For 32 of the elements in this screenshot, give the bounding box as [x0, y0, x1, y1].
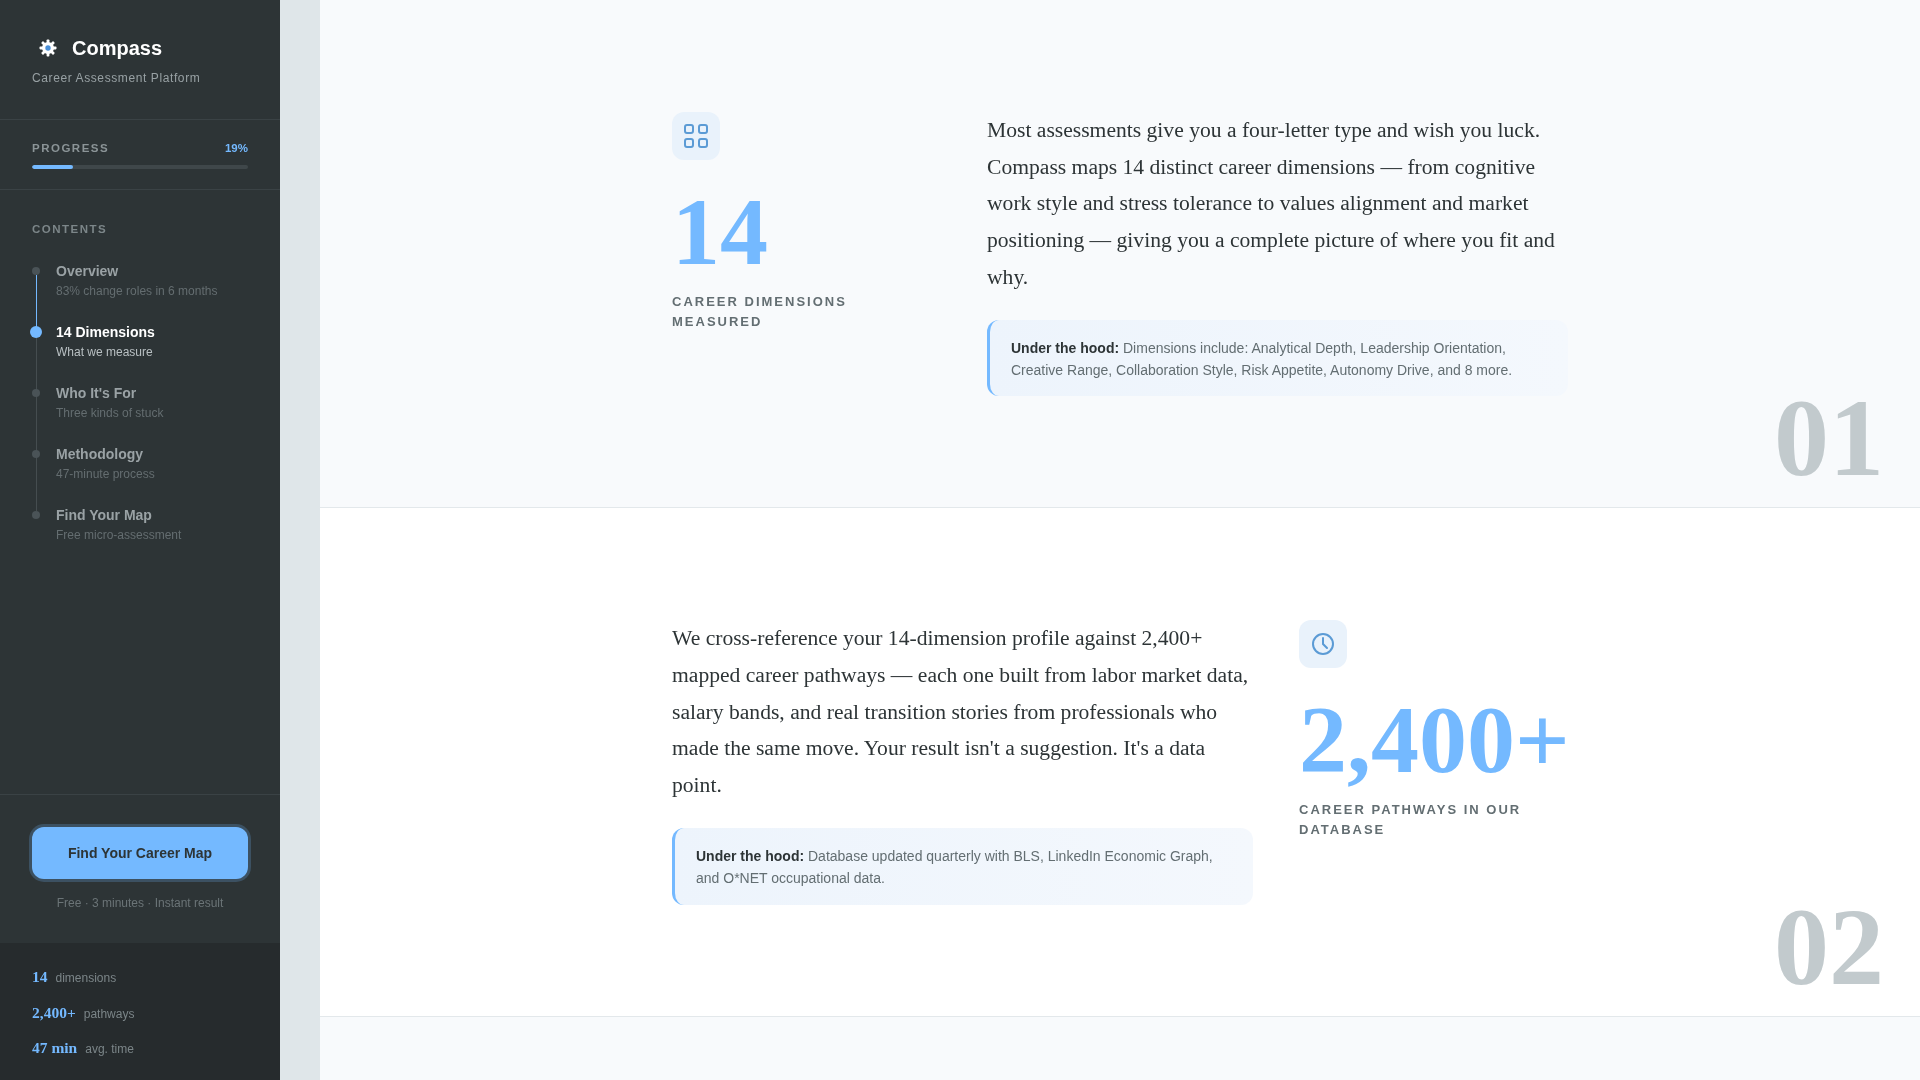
stat-number: 14 [672, 184, 768, 280]
nav-item[interactable]: Who It's For Three kinds of stuck [56, 383, 164, 421]
stat-caption: pathways [83, 1005, 135, 1023]
cta-note: Free · 3 minutes · Instant result [56, 895, 224, 911]
body-paragraph: We cross-reference your 14-dimension profile against 2,400+ mapped career pathways — each one built from labor market data, salary bands, and real transition stories from professionals who made the same move. Your result isn't a suggestion. It's a data point. [672, 625, 1250, 800]
section-number: 02 [1774, 891, 1884, 1002]
step-dot-icon [32, 267, 40, 275]
nav-item[interactable]: Find Your Map Free micro-assessment [56, 505, 182, 543]
step-dot-icon [30, 326, 42, 338]
stat-caption: avg. time [85, 1041, 134, 1058]
contents-heading: CONTENTS [32, 222, 108, 237]
stat-label: CAREER PATHWAYS IN OUR DATABASE [1299, 801, 1523, 840]
gear-icon [39, 39, 57, 57]
progress-percent: 19% [224, 141, 248, 156]
hint-callout: Under the hood: Database updated quarterly with BLS, LinkedIn Economic Graph, and O*NET occupational data. [672, 827, 1253, 905]
hint-callout: Under the hood: Dimensions include: Analytical Depth, Leadership Orientation, Creative Range, Collaboration Style, Risk Appetite, Autonomy Drive, and 8 more. [987, 319, 1568, 397]
brand-title: Compass [72, 36, 163, 60]
nav-item[interactable]: 14 Dimensions What we measure [56, 322, 155, 360]
stat-caption: dimensions [55, 970, 117, 987]
brand-subtitle: Career Assessment Platform [32, 71, 201, 86]
stat-value: 47 min [32, 1038, 78, 1058]
nav-item[interactable]: Methodology 47-minute process [56, 444, 155, 482]
clock-icon [1299, 620, 1347, 669]
stat-number: 2,400+ [1299, 692, 1570, 789]
nav-item[interactable]: Overview 83% change roles in 6 months [56, 261, 218, 299]
stat-value: 14 [32, 967, 48, 987]
stat-label: CAREER DIMENSIONS MEASURED [672, 293, 848, 331]
grid-icon [672, 112, 720, 160]
body-paragraph: Most assessments give you a four-letter type and wish you luck. Compass maps 14 distinct career dimensions — from cognitive work style and stress tolerance to values alignment and market positioning — giving you a complete picture of where you fit and why. [987, 117, 1556, 291]
stat-value: 2,400+ [32, 1002, 76, 1023]
cta-button[interactable]: Find Your Career Map [32, 827, 248, 879]
progress-label: PROGRESS [32, 141, 110, 156]
